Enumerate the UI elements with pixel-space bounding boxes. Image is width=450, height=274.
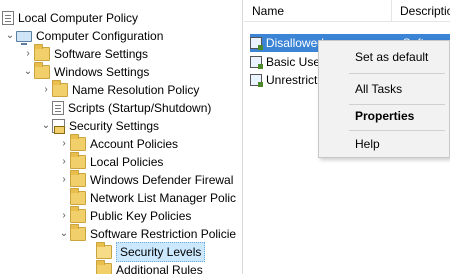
- folder-icon: [70, 206, 86, 223]
- column-header-description[interactable]: Descriptio: [392, 0, 450, 22]
- tree-label: Local Computer Policy: [18, 11, 139, 25]
- list-item-name: Basic User: [266, 55, 325, 69]
- chevron-right-icon[interactable]: ›: [58, 135, 70, 153]
- folder-icon: [70, 152, 86, 169]
- tree-label: Security Levels: [116, 242, 206, 262]
- tree-item-local-computer-policy[interactable]: Local Computer Policy: [2, 9, 138, 27]
- security-icon: [52, 119, 65, 134]
- tree-label: Security Settings: [69, 119, 160, 133]
- menu-separator: [349, 73, 445, 74]
- chevron-right-icon[interactable]: ›: [58, 171, 70, 189]
- tree-item-security-levels[interactable]: Security Levels: [96, 242, 206, 262]
- folder-icon: [52, 80, 68, 97]
- tree-item-windows-settings[interactable]: ⌄ Windows Settings: [22, 62, 150, 81]
- column-header-name[interactable]: Name: [244, 0, 392, 22]
- tree-item-security-settings[interactable]: ⌄ Security Settings: [40, 117, 159, 135]
- chevron-down-icon[interactable]: ⌄: [58, 225, 70, 243]
- chevron-down-icon[interactable]: ⌄: [22, 63, 34, 81]
- chevron-right-icon[interactable]: ›: [22, 45, 34, 63]
- tree-label: Local Policies: [90, 155, 164, 169]
- security-level-icon: [250, 56, 263, 69]
- tree-label: Software Restriction Policie: [90, 227, 237, 241]
- security-level-icon: [250, 74, 263, 87]
- menu-item-all-tasks[interactable]: All Tasks: [319, 77, 449, 101]
- menu-item-help[interactable]: Help: [319, 132, 449, 156]
- tree-item-windows-defender-firewall[interactable]: › Windows Defender Firewal: [58, 170, 234, 189]
- folder-icon: [70, 188, 86, 205]
- folder-icon: [70, 134, 86, 151]
- folder-icon: [70, 224, 86, 241]
- tree-label: Scripts (Startup/Shutdown): [68, 101, 212, 115]
- folder-icon: [70, 170, 86, 187]
- tree-item-account-policies[interactable]: › Account Policies: [58, 134, 179, 153]
- security-level-icon: [250, 37, 263, 50]
- chevron-down-icon[interactable]: ⌄: [4, 27, 16, 45]
- computer-icon: [16, 30, 32, 45]
- tree-label: Public Key Policies: [90, 209, 192, 223]
- doc-icon: [52, 101, 64, 115]
- tree-label: Account Policies: [90, 137, 179, 151]
- tree-item-computer-configuration[interactable]: ⌄ Computer Configuration: [4, 27, 163, 45]
- doc-icon: [2, 11, 14, 25]
- menu-item-set-as-default[interactable]: Set as default: [319, 45, 449, 69]
- menu-separator: [349, 130, 445, 131]
- context-menu: Set as default All Tasks Properties Help: [318, 40, 450, 158]
- tree-label: Software Settings: [54, 47, 149, 61]
- folder-icon: [34, 62, 50, 79]
- folder-open-icon: [96, 242, 112, 259]
- chevron-right-icon[interactable]: ›: [58, 153, 70, 171]
- list-item-name: Unrestrict: [266, 73, 318, 87]
- tree-label: Computer Configuration: [36, 29, 164, 43]
- tree-item-software-settings[interactable]: › Software Settings: [22, 44, 149, 63]
- tree-item-additional-rules[interactable]: Additional Rules: [96, 260, 203, 274]
- chevron-right-icon[interactable]: ›: [58, 207, 70, 225]
- tree-label: Network List Manager Polic: [90, 191, 237, 205]
- tree-item-name-resolution-policy[interactable]: › Name Resolution Policy: [40, 80, 200, 99]
- tree-item-local-policies[interactable]: › Local Policies: [58, 152, 164, 171]
- chevron-down-icon[interactable]: ⌄: [40, 117, 52, 135]
- tree-item-network-list-manager[interactable]: Network List Manager Polic: [70, 188, 237, 207]
- folder-icon: [34, 44, 50, 61]
- tree-item-scripts[interactable]: Scripts (Startup/Shutdown): [52, 99, 211, 117]
- tree-label: Windows Settings: [54, 65, 150, 79]
- tree-label: Name Resolution Policy: [72, 83, 200, 97]
- tree-label: Windows Defender Firewal: [90, 173, 234, 187]
- folder-icon: [96, 260, 112, 274]
- tree-pane[interactable]: Local Computer Policy ⌄ Computer Configu…: [0, 0, 243, 274]
- tree-item-software-restriction-policies[interactable]: ⌄ Software Restriction Policie: [58, 224, 237, 243]
- tree-item-public-key-policies[interactable]: › Public Key Policies: [58, 206, 192, 225]
- chevron-right-icon[interactable]: ›: [40, 81, 52, 99]
- tree-label: Additional Rules: [116, 263, 203, 274]
- menu-item-properties[interactable]: Properties: [319, 104, 449, 128]
